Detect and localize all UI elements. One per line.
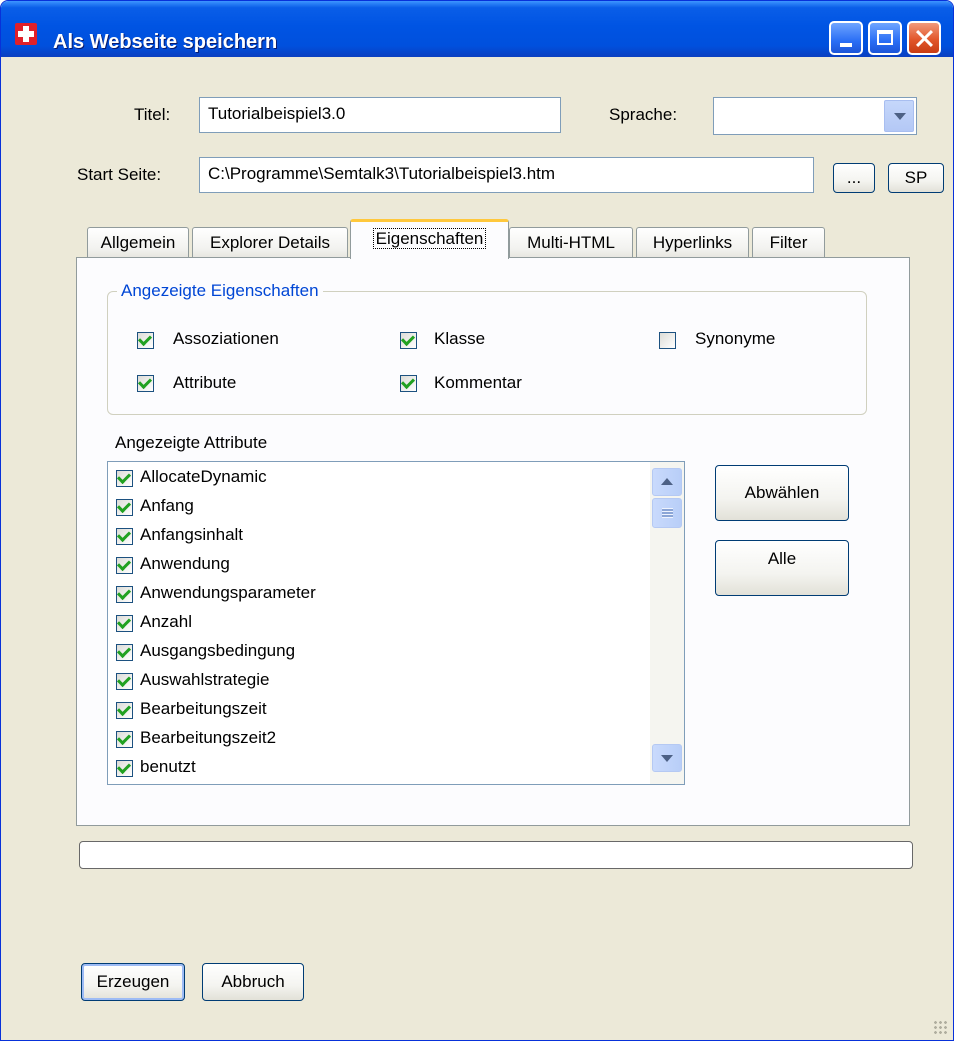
progress-bar [79,841,913,869]
checkbox-attribute-label: Attribute [173,373,237,392]
tab-multi-html[interactable]: Multi-HTML [509,227,633,258]
checkbox-kommentar-label: Kommentar [434,373,522,392]
list-item-checkbox[interactable] [116,499,133,516]
app-icon [15,23,37,45]
cancel-button[interactable]: Abbruch [202,963,304,1001]
checkbox-klasse[interactable] [400,332,417,349]
window-title: Als Webseite speichern [53,31,278,53]
tab-filter-label: Filter [769,233,808,252]
list-item[interactable]: Anwendungsparameter [108,581,648,610]
title-bar[interactable]: Als Webseite speichern [1,1,953,57]
checkbox-klasse-label: Klasse [434,329,486,348]
list-item[interactable]: Auswahlstrategie [108,668,648,697]
create-button[interactable]: Erzeugen [81,963,185,1001]
list-item-label: Anzahl [140,612,192,631]
list-item-checkbox[interactable] [116,702,133,719]
list-item-checkbox[interactable] [116,528,133,545]
checkbox-synonyme[interactable] [659,332,676,349]
start-page-input[interactable]: C:\Programme\Semtalk3\Tutorialbeispiel3.… [199,157,814,193]
select-all-button[interactable]: Alle [715,540,849,596]
list-item[interactable]: Anzahl [108,610,648,639]
sp-button[interactable]: SP [888,163,944,193]
title-input[interactable]: Tutorialbeispiel3.0 [199,97,561,133]
list-item-checkbox[interactable] [116,760,133,777]
list-item-label: Bearbeitungszeit2 [140,728,277,747]
tab-multi-html-label: Multi-HTML [527,233,615,252]
list-item[interactable]: Anfangsinhalt [108,523,648,552]
list-item-label: Anwendung [140,554,230,573]
list-scrollbar[interactable] [650,462,684,784]
scroll-up-arrow-icon[interactable] [652,468,682,496]
checkbox-kommentar[interactable] [400,375,417,392]
tab-allgemein[interactable]: Allgemein [87,227,189,258]
tab-allgemein-label: Allgemein [100,233,176,252]
list-item[interactable]: benutzt [108,755,648,784]
title-label: Titel: [134,105,171,124]
list-item-checkbox[interactable] [116,557,133,574]
language-select[interactable] [713,97,917,135]
tab-hyperlinks[interactable]: Hyperlinks [636,227,749,258]
minimize-button[interactable] [829,21,863,55]
scroll-thumb[interactable] [652,498,682,528]
list-item-label: Bearbeitungszeit [140,699,267,718]
tab-filter[interactable]: Filter [752,227,825,258]
list-item-checkbox[interactable] [116,673,133,690]
list-item[interactable]: Anwendung [108,552,648,581]
dialog-window: Als Webseite speichern Titel: Tutorialbe… [0,0,954,1041]
list-item[interactable]: Bearbeitungszeit2 [108,726,648,755]
tab-explorer-details-label: Explorer Details [210,233,330,252]
list-item[interactable]: Anfang [108,494,648,523]
list-item-checkbox[interactable] [116,731,133,748]
tab-eigenschaften-label: Eigenschaften [372,228,487,249]
list-item-checkbox[interactable] [116,470,133,487]
start-page-label: Start Seite: [77,165,162,184]
list-item-label: benutzt [140,757,196,776]
properties-group-title: Angezeigte Eigenschaften [117,281,323,301]
list-item-label: Anwendungsparameter [140,583,316,602]
list-item-label: Ausgangsbedingung [140,641,296,660]
checkbox-attribute[interactable] [137,375,154,392]
list-item-label: Anfang [140,496,194,515]
title-input-value: Tutorialbeispiel3.0 [208,104,346,123]
list-item[interactable]: Ausgangsbedingung [108,639,648,668]
attributes-listbox[interactable]: AllocateDynamic Anfang Anfangsinhalt Anw… [107,461,685,785]
language-label: Sprache: [609,105,678,124]
properties-groupbox [107,291,867,415]
checkbox-assoziationen-label: Assoziationen [173,329,279,348]
chevron-down-icon[interactable] [884,100,914,132]
list-item[interactable]: Bearbeitungszeit [108,697,648,726]
list-item[interactable]: AllocateDynamic [108,465,648,494]
list-item-checkbox[interactable] [116,586,133,603]
list-item-label: Anfangsinhalt [140,525,244,544]
browse-button[interactable]: ... [833,163,875,193]
maximize-button[interactable] [868,21,902,55]
deselect-button[interactable]: Abwählen [715,465,849,521]
list-item-label: Auswahlstrategie [140,670,270,689]
start-page-input-value: C:\Programme\Semtalk3\Tutorialbeispiel3.… [208,164,556,183]
tab-eigenschaften[interactable]: Eigenschaften [350,219,509,259]
attributes-label: Angezeigte Attribute [115,433,268,452]
list-item-label: AllocateDynamic [140,467,267,486]
close-button[interactable] [907,21,941,55]
checkbox-synonyme-label: Synonyme [695,329,776,348]
tab-hyperlinks-label: Hyperlinks [652,233,733,252]
list-item-checkbox[interactable] [116,615,133,632]
list-item-checkbox[interactable] [116,644,133,661]
checkbox-assoziationen[interactable] [137,332,154,349]
resize-grip-icon[interactable] [933,1020,947,1034]
scroll-down-arrow-icon[interactable] [652,744,682,772]
tab-explorer-details[interactable]: Explorer Details [192,227,348,258]
